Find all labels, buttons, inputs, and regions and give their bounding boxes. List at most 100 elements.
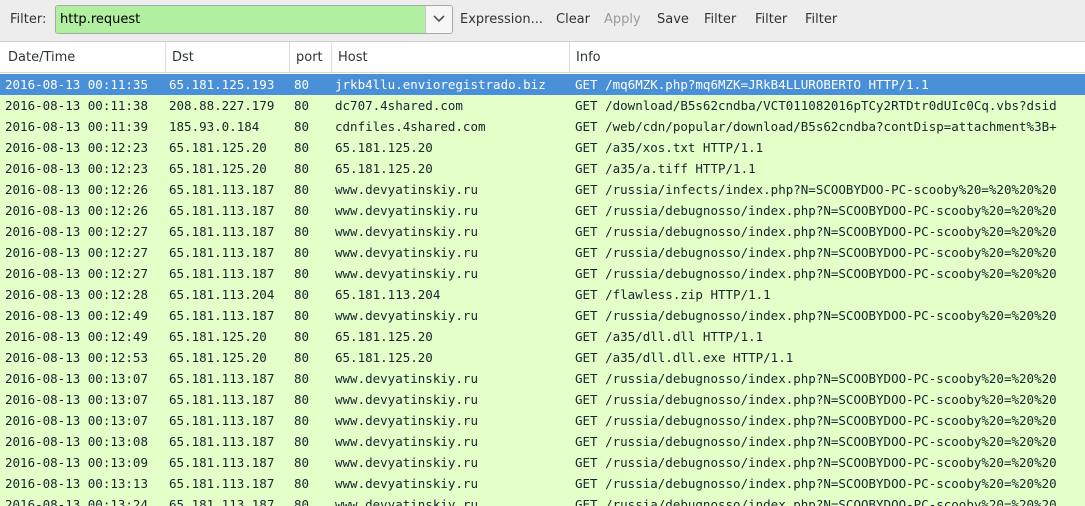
cell-host: www.devyatinskiy.ru xyxy=(335,371,478,386)
cell-dst: 65.181.113.204 xyxy=(169,287,275,302)
table-row[interactable]: 2016-08-13 00:12:27 65.181.113.187 80 www.d… xyxy=(0,263,1085,284)
cell-host: 65.181.113.204 xyxy=(335,287,441,302)
column-header-info[interactable]: Info xyxy=(570,42,1085,72)
table-row[interactable]: 2016-08-13 00:11:38 208.88.227.179 80 dc707… xyxy=(0,95,1085,116)
filter-label: Filter: xyxy=(10,12,47,27)
filter-button-2[interactable]: Filter xyxy=(755,12,787,27)
table-row[interactable]: 2016-08-13 00:12:27 65.181.113.187 80 www.d… xyxy=(0,242,1085,263)
cell-info: GET /russia/debugnosso/index.php?N=SCOOB… xyxy=(575,434,1057,449)
cell-info: GET /russia/debugnosso/index.php?N=SCOOB… xyxy=(575,392,1057,407)
cell-info: GET /flawless.zip HTTP/1.1 xyxy=(575,287,771,302)
cell-info: GET /a35/xos.txt HTTP/1.1 xyxy=(575,140,764,155)
packet-list-header: Date/Time Dst port Host Info xyxy=(0,42,1085,73)
cell-host: cdnfiles.4shared.com xyxy=(335,119,486,134)
cell-port: 80 xyxy=(294,224,310,239)
cell-info: GET /a35/a.tiff HTTP/1.1 xyxy=(575,161,756,176)
column-header-datetime[interactable]: Date/Time xyxy=(0,42,166,72)
table-row[interactable]: 2016-08-13 00:12:49 65.181.125.20 80 65.181… xyxy=(0,326,1085,347)
cell-host: www.devyatinskiy.ru xyxy=(335,224,478,239)
cell-host: 65.181.125.20 xyxy=(335,140,433,155)
cell-datetime: 2016-08-13 00:13:09 xyxy=(5,455,148,470)
cell-info: GET /russia/debugnosso/index.php?N=SCOOB… xyxy=(575,266,1057,281)
cell-info: GET /russia/debugnosso/index.php?N=SCOOB… xyxy=(575,245,1057,260)
cell-info: GET /web/cdn/popular/download/B5s62cndba… xyxy=(575,119,1057,134)
apply-button[interactable]: Apply xyxy=(604,12,641,27)
table-row[interactable]: 2016-08-13 00:13:08 65.181.113.187 80 www.d… xyxy=(0,431,1085,452)
table-row[interactable]: 2016-08-13 00:12:26 65.181.113.187 80 www.d… xyxy=(0,179,1085,200)
cell-info: GET /russia/infects/index.php?N=SCOOBYDO… xyxy=(575,182,1057,197)
cell-port: 80 xyxy=(294,392,310,407)
cell-datetime: 2016-08-13 00:12:23 xyxy=(5,161,148,176)
cell-port: 80 xyxy=(294,329,310,344)
table-row[interactable]: 2016-08-13 00:12:27 65.181.113.187 80 www.d… xyxy=(0,221,1085,242)
cell-datetime: 2016-08-13 00:11:35 xyxy=(5,77,148,92)
cell-port: 80 xyxy=(294,287,310,302)
cell-host: dc707.4shared.com xyxy=(335,98,463,113)
cell-host: www.devyatinskiy.ru xyxy=(335,203,478,218)
cell-port: 80 xyxy=(294,497,310,506)
cell-port: 80 xyxy=(294,308,310,323)
cell-datetime: 2016-08-13 00:12:27 xyxy=(5,224,148,239)
table-row[interactable]: 2016-08-13 00:13:07 65.181.113.187 80 www.d… xyxy=(0,410,1085,431)
filter-input-text[interactable]: http.request xyxy=(56,6,426,33)
cell-port: 80 xyxy=(294,98,310,113)
cell-dst: 65.181.113.187 xyxy=(169,497,275,506)
cell-port: 80 xyxy=(294,455,310,470)
cell-info: GET /russia/debugnosso/index.php?N=SCOOB… xyxy=(575,224,1057,239)
cell-dst: 65.181.113.187 xyxy=(169,266,275,281)
cell-host: www.devyatinskiy.ru xyxy=(335,392,478,407)
cell-datetime: 2016-08-13 00:12:49 xyxy=(5,308,148,323)
cell-dst: 208.88.227.179 xyxy=(169,98,275,113)
table-row[interactable]: 2016-08-13 00:11:39 185.93.0.184 80 cdnfile… xyxy=(0,116,1085,137)
cell-port: 80 xyxy=(294,350,310,365)
table-row[interactable]: 2016-08-13 00:13:13 65.181.113.187 80 www.d… xyxy=(0,473,1085,494)
cell-dst: 65.181.113.187 xyxy=(169,434,275,449)
cell-datetime: 2016-08-13 00:12:26 xyxy=(5,203,148,218)
table-row[interactable]: 2016-08-13 00:11:35 65.181.125.193 80 jrkb4… xyxy=(0,74,1085,95)
table-row[interactable]: 2016-08-13 00:12:26 65.181.113.187 80 www.d… xyxy=(0,200,1085,221)
cell-port: 80 xyxy=(294,203,310,218)
table-row[interactable]: 2016-08-13 00:12:23 65.181.125.20 80 65.181… xyxy=(0,158,1085,179)
cell-dst: 65.181.125.20 xyxy=(169,161,267,176)
table-row[interactable]: 2016-08-13 00:12:28 65.181.113.204 80 65.18… xyxy=(0,284,1085,305)
table-row[interactable]: 2016-08-13 00:13:07 65.181.113.187 80 www.d… xyxy=(0,389,1085,410)
cell-port: 80 xyxy=(294,266,310,281)
cell-host: jrkb4llu.envioregistrado.biz xyxy=(335,77,546,92)
table-row[interactable]: 2016-08-13 00:12:53 65.181.125.20 80 65.181… xyxy=(0,347,1085,368)
cell-port: 80 xyxy=(294,182,310,197)
expression-button[interactable]: Expression... xyxy=(460,12,543,27)
table-row[interactable]: 2016-08-13 00:13:09 65.181.113.187 80 www.d… xyxy=(0,452,1085,473)
cell-host: www.devyatinskiy.ru xyxy=(335,497,478,506)
cell-host: www.devyatinskiy.ru xyxy=(335,455,478,470)
table-row[interactable]: 2016-08-13 00:12:23 65.181.125.20 80 65.181… xyxy=(0,137,1085,158)
cell-port: 80 xyxy=(294,476,310,491)
cell-host: 65.181.125.20 xyxy=(335,329,433,344)
filter-button-3[interactable]: Filter xyxy=(805,12,837,27)
cell-datetime: 2016-08-13 00:13:07 xyxy=(5,392,148,407)
cell-dst: 65.181.113.187 xyxy=(169,371,275,386)
cell-port: 80 xyxy=(294,413,310,428)
column-header-port[interactable]: port xyxy=(290,42,332,72)
filter-button-1[interactable]: Filter xyxy=(704,12,736,27)
cell-datetime: 2016-08-13 00:12:53 xyxy=(5,350,148,365)
cell-port: 80 xyxy=(294,161,310,176)
cell-host: 65.181.125.20 xyxy=(335,350,433,365)
filter-history-dropdown[interactable] xyxy=(425,6,452,33)
cell-dst: 65.181.125.193 xyxy=(169,77,275,92)
clear-button[interactable]: Clear xyxy=(556,12,590,27)
column-header-host[interactable]: Host xyxy=(332,42,570,72)
cell-host: www.devyatinskiy.ru xyxy=(335,182,478,197)
table-row[interactable]: 2016-08-13 00:13:07 65.181.113.187 80 www.d… xyxy=(0,368,1085,389)
column-header-dst[interactable]: Dst xyxy=(166,42,290,72)
cell-datetime: 2016-08-13 00:12:23 xyxy=(5,140,148,155)
cell-info: GET /download/B5s62cndba/VCT011082016pTC… xyxy=(575,98,1057,113)
save-button[interactable]: Save xyxy=(657,12,689,27)
cell-host: 65.181.125.20 xyxy=(335,161,433,176)
cell-info: GET /russia/debugnosso/index.php?N=SCOOB… xyxy=(575,413,1057,428)
cell-port: 80 xyxy=(294,245,310,260)
display-filter-input[interactable]: http.request xyxy=(55,5,453,34)
cell-dst: 65.181.113.187 xyxy=(169,392,275,407)
cell-datetime: 2016-08-13 00:13:08 xyxy=(5,434,148,449)
table-row[interactable]: 2016-08-13 00:13:24 65.181.113.187 80 www.d… xyxy=(0,494,1085,506)
table-row[interactable]: 2016-08-13 00:12:49 65.181.113.187 80 www.d… xyxy=(0,305,1085,326)
